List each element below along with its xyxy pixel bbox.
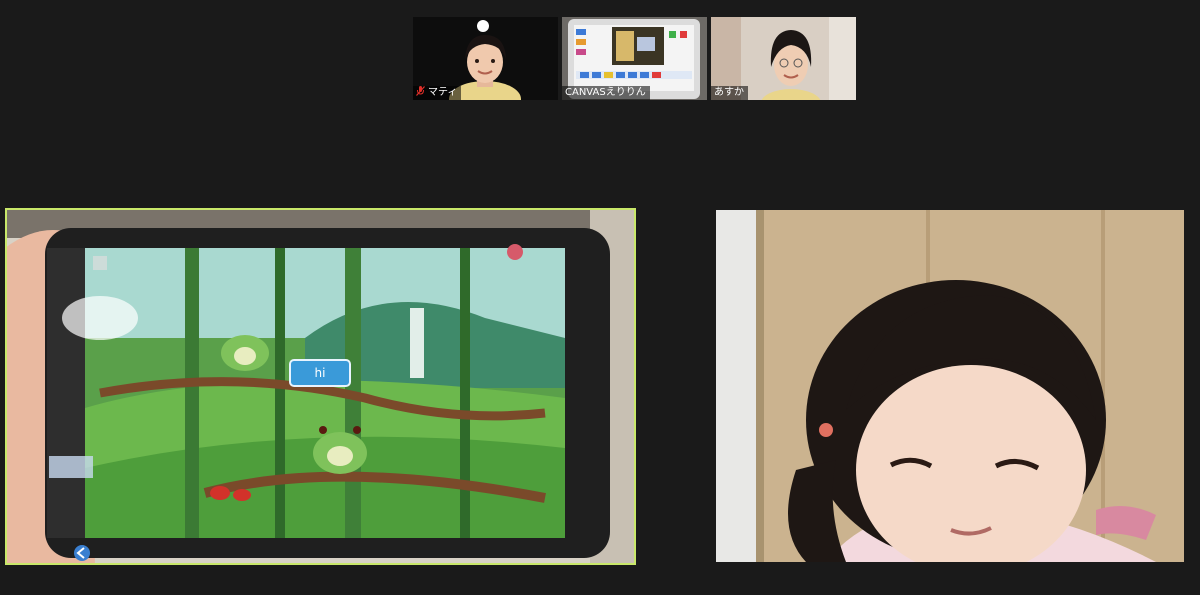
back-arrow-icon[interactable]: [71, 544, 93, 562]
participant-name-label: CANVASえりりん: [562, 86, 650, 100]
muted-mic-icon: [416, 86, 425, 96]
participant-video: [716, 210, 1184, 562]
participant-name-label: マティ: [413, 86, 462, 100]
main-video-participant[interactable]: [716, 210, 1184, 562]
participant-thumbnail-asuka[interactable]: あすか: [711, 17, 856, 100]
speech-bubble: hi: [289, 359, 351, 387]
participant-thumbnail-mati[interactable]: マティ: [413, 17, 558, 100]
participant-thumbnail-canvas-eririn[interactable]: CANVASえりりん: [562, 17, 707, 100]
participant-name-label: あすか: [711, 86, 748, 100]
main-video-shared-tablet[interactable]: hi: [5, 208, 636, 565]
